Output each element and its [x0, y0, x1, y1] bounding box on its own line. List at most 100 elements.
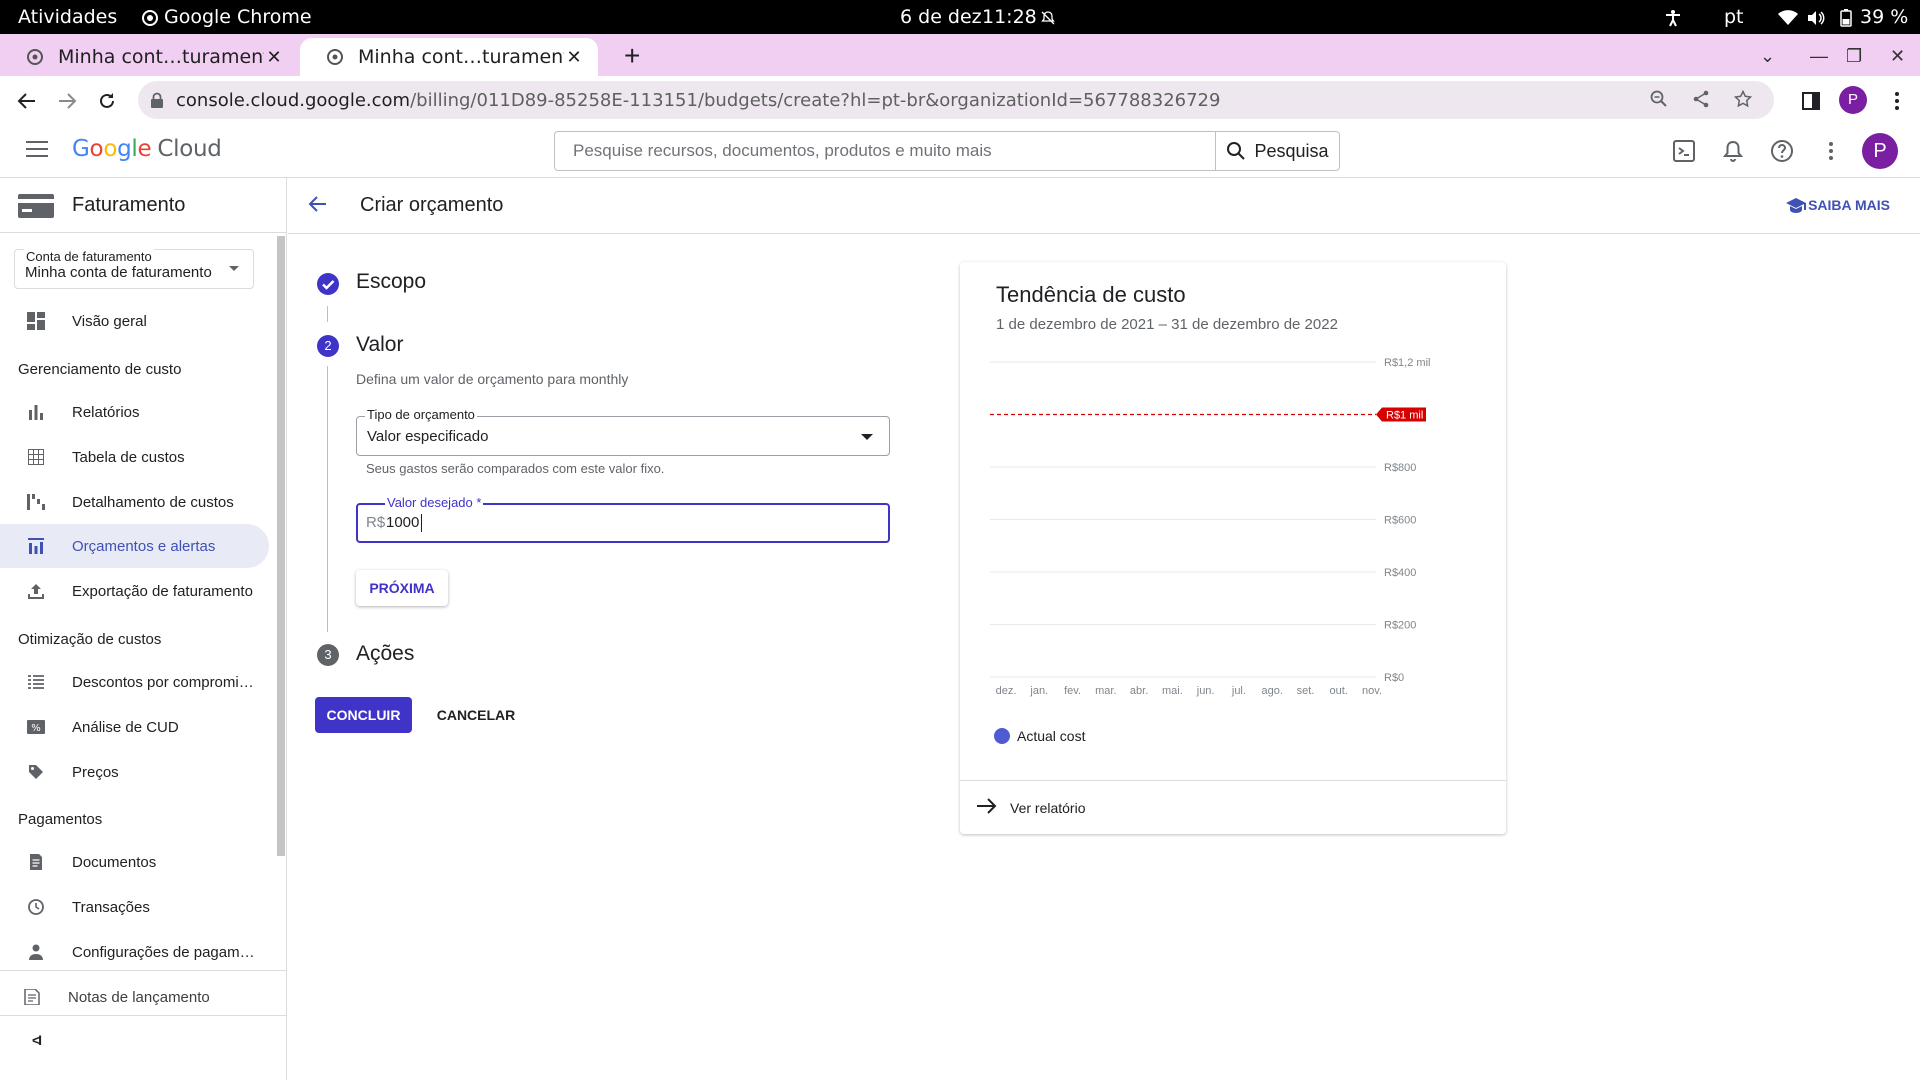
sidebar-item-commitments[interactable]: Descontos por compromi…: [0, 660, 269, 704]
sidebar-item-pricing[interactable]: Preços: [0, 750, 269, 794]
battery-icon[interactable]: [1840, 0, 1852, 34]
cloud-shell-icon[interactable]: [1670, 137, 1698, 165]
sidebar-item-label: Preços: [72, 763, 119, 781]
menu-icon[interactable]: [26, 140, 48, 163]
billing-account-select[interactable]: Conta de faturamento Minha conta de fatu…: [14, 249, 254, 289]
section-cost-optimization: Otimização de custos: [18, 631, 162, 648]
budget-type-select[interactable]: Tipo de orçamento Valor especificado: [356, 407, 890, 456]
budget-type-value: Valor especificado: [367, 428, 489, 445]
step-value-description: Defina um valor de orçamento para monthl…: [356, 371, 629, 387]
sidebar-scrollbar[interactable]: [277, 236, 285, 856]
tab-favicon-icon: [327, 49, 343, 65]
sidebar-item-reports[interactable]: Relatórios: [0, 390, 269, 434]
help-icon[interactable]: [1768, 137, 1796, 165]
collapse-sidebar-button[interactable]: <I: [0, 1018, 72, 1062]
x-tick-label: jan.: [1029, 685, 1048, 697]
sidebar-item-cost-table[interactable]: Tabela de custos: [0, 435, 269, 479]
breakdown-icon: [27, 494, 45, 510]
step-connector: [327, 366, 328, 632]
sidebar-item-billing-export[interactable]: Exportação de faturamento: [0, 569, 269, 613]
os-date[interactable]: 6 de dez: [900, 0, 982, 34]
more-options-icon[interactable]: [1817, 137, 1845, 165]
step-scope-title[interactable]: Escopo: [356, 270, 426, 294]
tab-title: Minha cont…turamento –: [58, 46, 264, 68]
school-icon: [1786, 198, 1807, 213]
step-value-title[interactable]: Valor: [356, 333, 403, 357]
sidebar-divider: [0, 1015, 287, 1016]
browser-tab[interactable]: Minha cont…turamento – ✕: [0, 38, 298, 76]
view-report-link[interactable]: Ver relatório: [1010, 800, 1085, 816]
chrome-menu-icon[interactable]: [1880, 84, 1914, 118]
browser-profile-avatar[interactable]: P: [1839, 86, 1867, 114]
sidebar-item-release-notes[interactable]: Notas de lançamento: [0, 975, 265, 1019]
back-icon[interactable]: [10, 84, 44, 118]
budget-label: R$1 mil: [1386, 410, 1423, 422]
account-avatar[interactable]: P: [1862, 133, 1898, 169]
zoom-icon[interactable]: [1650, 90, 1668, 108]
browser-tab-active[interactable]: Minha cont…turamento – ✕: [300, 38, 598, 76]
sidebar-item-documents[interactable]: Documentos: [0, 840, 269, 884]
restore-icon[interactable]: ❐: [1846, 46, 1862, 67]
billing-account-label: Conta de faturamento: [24, 249, 154, 264]
x-tick-label: nov.: [1362, 685, 1382, 697]
sidebar-item-cud-analysis[interactable]: % Análise de CUD: [0, 705, 269, 749]
activities-button[interactable]: Atividades: [18, 0, 117, 34]
search-button[interactable]: Pesquisa: [1215, 132, 1339, 170]
table-icon: [28, 449, 44, 465]
new-tab-button[interactable]: +: [624, 42, 640, 70]
chart-legend: Actual cost: [994, 728, 1085, 744]
notifications-icon[interactable]: [1719, 137, 1747, 165]
percent-icon: %: [27, 720, 45, 734]
os-time[interactable]: 11:28: [982, 0, 1037, 34]
target-amount-field[interactable]: Valor desejado * R$ 1000: [356, 495, 890, 543]
chrome-app-indicator[interactable]: Google Chrome: [142, 0, 312, 34]
sidebar-item-transactions[interactable]: Transações: [0, 885, 269, 929]
next-button[interactable]: PRÓXIMA: [356, 570, 448, 606]
side-panel-icon[interactable]: [1794, 84, 1828, 118]
search-input[interactable]: [555, 132, 1215, 170]
tab-close-icon[interactable]: ✕: [264, 47, 284, 68]
cancel-button[interactable]: CANCELAR: [428, 697, 524, 733]
sidebar-item-cost-breakdown[interactable]: Detalhamento de custos: [0, 480, 269, 524]
browser-toolbar: console.cloud.google.com/billing/011D89-…: [0, 76, 1920, 124]
step-actions-title[interactable]: Ações: [356, 642, 414, 666]
tab-close-icon[interactable]: ✕: [564, 47, 584, 68]
sidebar-item-overview[interactable]: Visão geral: [0, 299, 269, 343]
close-window-icon[interactable]: ✕: [1890, 46, 1905, 67]
keyboard-language[interactable]: pt: [1724, 0, 1744, 34]
share-icon[interactable]: [1692, 90, 1710, 108]
accessibility-icon[interactable]: [1664, 0, 1682, 34]
search-bar: Pesquisa: [554, 131, 1340, 171]
x-tick-label: ago.: [1261, 685, 1282, 697]
finish-button[interactable]: CONCLUIR: [315, 697, 412, 733]
forward-icon[interactable]: [50, 84, 84, 118]
learn-more-button[interactable]: SAIBA MAIS: [1786, 197, 1890, 213]
billing-account-value: Minha conta de faturamento: [25, 264, 212, 281]
google-cloud-logo[interactable]: Google Cloud: [72, 136, 222, 162]
address-bar[interactable]: console.cloud.google.com/billing/011D89-…: [138, 81, 1774, 119]
document-icon: [30, 854, 42, 870]
reload-icon[interactable]: [90, 84, 124, 118]
volume-icon[interactable]: [1806, 0, 1826, 34]
sidebar-item-label: Orçamentos e alertas: [72, 537, 216, 555]
sidebar-item-budgets-alerts[interactable]: Orçamentos e alertas: [0, 524, 269, 568]
sidebar-item-label: Descontos por compromi…: [72, 673, 254, 691]
battery-level: 39 %: [1860, 6, 1909, 28]
legend-label: Actual cost: [1017, 728, 1086, 744]
sidebar-title: Faturamento: [72, 194, 186, 216]
minimize-icon[interactable]: —: [1810, 46, 1828, 67]
lock-icon[interactable]: [150, 92, 164, 108]
step-connector: [327, 306, 328, 322]
wifi-icon[interactable]: [1778, 0, 1798, 34]
tab-search-icon[interactable]: ⌄: [1760, 46, 1775, 67]
x-tick-label: dez.: [996, 685, 1017, 697]
x-tick-label: mai.: [1162, 685, 1183, 697]
section-cost-management: Gerenciamento de custo: [18, 361, 182, 378]
back-arrow-icon[interactable]: [308, 194, 328, 219]
x-tick-label: jul.: [1231, 685, 1246, 697]
release-notes-icon: [24, 989, 40, 1005]
bookmark-star-icon[interactable]: [1734, 90, 1752, 108]
sidebar-item-payment-settings[interactable]: Configurações de pagam…: [0, 930, 269, 974]
tab-title: Minha cont…turamento –: [358, 46, 564, 68]
sidebar-divider: [0, 970, 287, 971]
